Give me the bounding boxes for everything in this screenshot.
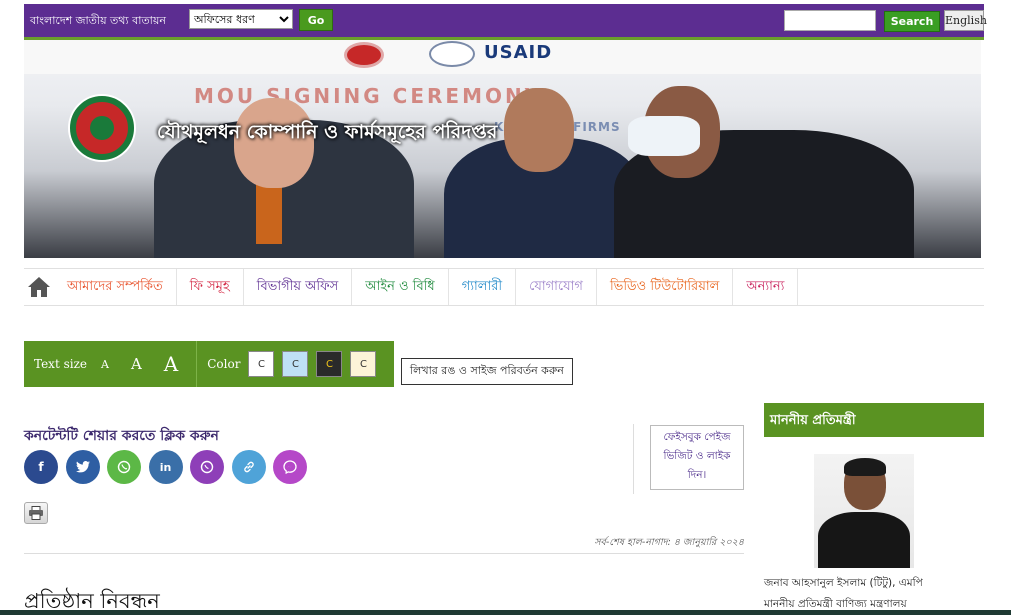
search-input[interactable] — [784, 10, 876, 31]
nav-item-fees[interactable]: ফি সমূহ — [177, 269, 244, 305]
usaid-seal-icon — [429, 41, 475, 67]
print-button[interactable] — [24, 502, 48, 524]
text-size-label: Text size — [34, 357, 87, 371]
nav-item-laws[interactable]: আইন ও বিধি — [352, 269, 449, 305]
language-toggle-button[interactable]: English — [944, 10, 987, 31]
content-divider — [24, 553, 744, 554]
banner-person-head — [504, 88, 574, 172]
minister-photo — [814, 454, 914, 568]
home-icon[interactable] — [24, 269, 54, 305]
banner-backdrop-text: MOU SIGNING CEREMONY — [194, 84, 543, 108]
share-divider — [633, 424, 634, 494]
facebook-icon[interactable]: f — [24, 450, 58, 484]
facebook-box-line: দিন। — [687, 469, 707, 481]
organization-title: যৌথমূলধন কোম্পানি ও ফার্মসমূহের পরিদপ্তর — [157, 121, 498, 143]
color-dark-button[interactable]: C — [316, 351, 343, 377]
color-cream-button[interactable]: C — [350, 351, 377, 377]
text-size-medium-button[interactable]: A — [131, 355, 142, 373]
minister-photo-body — [818, 512, 910, 568]
minister-name: জনাব আহসানুল ইসলাম (টিটু), এমপি — [764, 577, 923, 589]
last-updated-text: সর্ব-শেষ হাল-নাগাদ: ৪ জানুয়ারি ২০২৪ — [594, 537, 744, 548]
office-type-select[interactable]: অফিসের ধরণ — [189, 9, 293, 29]
nav-item-about[interactable]: আমাদের সম্পর্কিত — [54, 269, 177, 305]
messenger-icon[interactable] — [273, 450, 307, 484]
minister-photo-hair — [844, 458, 886, 476]
bottom-strip — [0, 610, 1011, 615]
text-size-small-button[interactable]: A — [101, 358, 109, 371]
nav-item-contact[interactable]: যোগাযোগ — [516, 269, 597, 305]
accessibility-tooltip: লিখার রঙ ও সাইজ পরিবর্তন করুন — [401, 358, 573, 385]
banner-face-mask — [628, 116, 700, 156]
whatsapp-icon[interactable] — [107, 450, 141, 484]
viber-icon[interactable] — [190, 450, 224, 484]
link-icon[interactable] — [231, 450, 266, 484]
nav-item-others[interactable]: অন্যান্য — [733, 269, 799, 305]
color-label: Color — [207, 357, 241, 371]
text-size-large-button[interactable]: A — [164, 352, 178, 376]
government-seal-small-icon — [344, 42, 384, 68]
twitter-icon[interactable] — [65, 450, 100, 484]
printer-icon — [29, 506, 43, 520]
government-seal-logo[interactable] — [70, 96, 134, 160]
top-bar: বাংলাদেশ জাতীয় তথ্য বাতায়ন অফিসের ধরণ … — [24, 4, 987, 40]
share-buttons: f in — [24, 450, 315, 484]
nav-item-gallery[interactable]: গ্যালারী — [449, 269, 517, 305]
accessibility-toolbar: Text size A A A Color C C C C — [24, 341, 394, 387]
facebook-page-link[interactable]: ফেইসবুক পেইজ ভিজিট ও লাইক দিন। — [650, 425, 744, 490]
nav-item-divisional-offices[interactable]: বিভাগীয় অফিস — [244, 269, 353, 305]
facebook-box-line: ভিজিট ও লাইক — [663, 450, 731, 462]
main-navigation: আমাদের সম্পর্কিত ফি সমূহ বিভাগীয় অফিস আ… — [24, 268, 984, 306]
color-white-button[interactable]: C — [248, 351, 275, 377]
search-button[interactable]: Search — [884, 11, 940, 32]
header-banner: USAID MOU SIGNING CEREMONY K CO AND FIRM… — [24, 40, 981, 258]
facebook-box-line: ফেইসবুক পেইজ — [663, 431, 731, 443]
nav-item-video-tutorial[interactable]: ভিডিও টিউটোরিয়াল — [597, 269, 734, 305]
national-portal-link[interactable]: বাংলাদেশ জাতীয় তথ্য বাতায়ন — [30, 12, 166, 31]
sidebar-heading: মাননীয় প্রতিমন্ত্রী — [764, 403, 984, 437]
toolbar-divider — [196, 341, 198, 387]
linkedin-icon[interactable]: in — [148, 450, 183, 484]
share-title: কনটেন্টটি শেয়ার করতে ক্লিক করুন — [24, 428, 219, 444]
usaid-logo: USAID — [484, 42, 553, 63]
go-button[interactable]: Go — [299, 9, 333, 31]
color-blue-button[interactable]: C — [282, 351, 309, 377]
